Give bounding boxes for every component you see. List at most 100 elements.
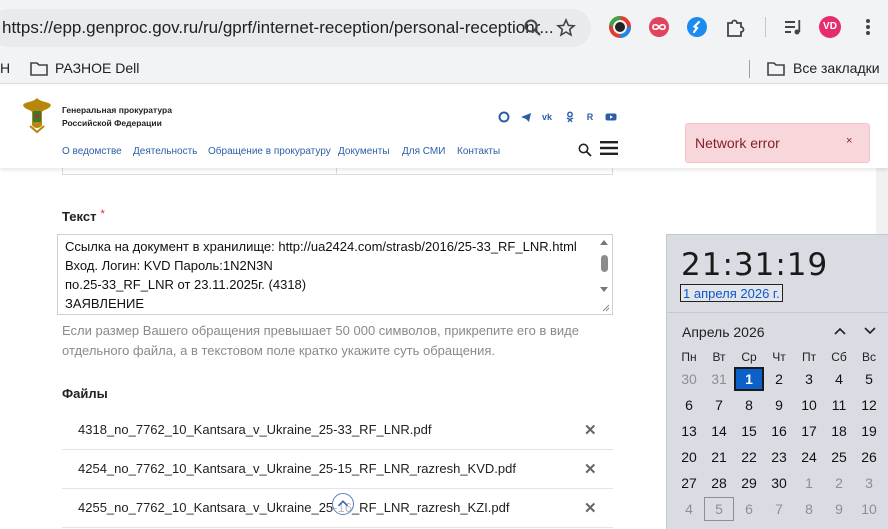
remove-file-button[interactable]: ✕ [584, 421, 597, 439]
required-mark: * [100, 208, 105, 220]
appeal-text-area[interactable]: Ссылка на документ в хранилище: http://u… [57, 234, 613, 315]
media-queue-icon[interactable] [782, 16, 804, 38]
remove-file-button[interactable]: ✕ [584, 499, 597, 517]
toolbar-divider [765, 17, 766, 37]
color-extension-icon[interactable] [609, 16, 631, 38]
calendar-day[interactable]: 28 [704, 471, 734, 495]
textarea-scrollbar[interactable] [597, 235, 612, 314]
weekday-header: Ср [741, 350, 757, 364]
resize-grip-icon[interactable] [602, 304, 610, 312]
chevron-up-icon[interactable] [833, 325, 847, 337]
calendar-day[interactable]: 3 [854, 471, 884, 495]
calendar-day[interactable]: 22 [734, 445, 764, 469]
calendar-day[interactable]: 31 [704, 367, 734, 391]
calendar-day[interactable]: 14 [704, 419, 734, 443]
nav-activity[interactable]: Деятельность [133, 146, 197, 157]
search-icon[interactable] [578, 143, 592, 157]
extensions-puzzle-icon[interactable] [724, 16, 746, 38]
calendar-day[interactable]: 2 [764, 367, 794, 391]
bookmark-partial[interactable]: Н [0, 60, 10, 76]
calendar-day[interactable]: 12 [854, 393, 884, 417]
calendar-day[interactable]: 4 [824, 367, 854, 391]
hamburger-menu-icon[interactable] [600, 141, 618, 155]
youtube-icon[interactable] [605, 111, 617, 123]
nav-documents[interactable]: Документы [338, 146, 390, 157]
max-icon[interactable] [498, 111, 510, 123]
bookmark-folder-dell[interactable]: РАЗНОЕ Dell [55, 60, 139, 76]
calendar-day[interactable]: 10 [854, 497, 884, 521]
nav-contacts[interactable]: Контакты [457, 146, 500, 157]
weekday-header: Пн [681, 350, 697, 364]
month-title[interactable]: Апрель 2026 [682, 324, 765, 340]
infinity-extension-icon[interactable] [648, 16, 670, 38]
shazam-extension-icon[interactable] [686, 16, 708, 38]
url-text[interactable]: https://epp.genproc.gov.ru/ru/gprf/inter… [2, 18, 554, 38]
scroll-up-arrow-icon[interactable] [600, 240, 608, 245]
all-bookmarks[interactable]: Все закладки [793, 60, 880, 76]
calendar-day[interactable]: 5 [704, 497, 734, 521]
calendar-day[interactable]: 19 [854, 419, 884, 443]
calendar-day[interactable]: 18 [824, 419, 854, 443]
calendar-day[interactable]: 26 [854, 445, 884, 469]
calendar-day[interactable]: 7 [704, 393, 734, 417]
text-line: Ссылка на документ в хранилище: http://u… [65, 239, 577, 254]
calendar-day[interactable]: 16 [764, 419, 794, 443]
nav-media[interactable]: Для СМИ [402, 146, 445, 157]
telegram-icon[interactable] [520, 111, 532, 123]
profile-avatar[interactable]: VD [819, 16, 841, 38]
calendar-day[interactable]: 24 [794, 445, 824, 469]
folder-icon [767, 62, 785, 76]
calendar-day[interactable]: 9 [764, 393, 794, 417]
calendar-day[interactable]: 10 [794, 393, 824, 417]
calendar-day[interactable]: 8 [794, 497, 824, 521]
calendar-day[interactable]: 15 [734, 419, 764, 443]
more-menu-icon[interactable] [860, 16, 876, 38]
calendar-day[interactable]: 29 [734, 471, 764, 495]
calendar-day[interactable]: 13 [674, 419, 704, 443]
toast-close-button[interactable]: × [846, 135, 852, 147]
calendar-day[interactable]: 17 [794, 419, 824, 443]
chevron-down-icon[interactable] [863, 325, 877, 337]
vk-icon[interactable]: vk [541, 111, 553, 123]
calendar-day[interactable]: 8 [734, 393, 764, 417]
coat-of-arms-logo[interactable] [20, 95, 54, 135]
size-hint: Если размер Вашего обращения превышает 5… [62, 323, 579, 358]
files-label: Файлы [62, 386, 108, 401]
calendar-day[interactable]: 25 [824, 445, 854, 469]
calendar-day[interactable]: 3 [794, 367, 824, 391]
calendar-day[interactable]: 6 [674, 393, 704, 417]
calendar-day[interactable]: 5 [854, 367, 884, 391]
scroll-to-top-button[interactable] [332, 493, 354, 515]
calendar-day[interactable]: 2 [824, 471, 854, 495]
scroll-thumb[interactable] [601, 255, 608, 272]
weekday-header: Пт [801, 350, 817, 364]
calendar-day[interactable]: 9 [824, 497, 854, 521]
scroll-down-arrow-icon[interactable] [600, 287, 608, 292]
nav-appeal[interactable]: Обращение в прокуратуру [208, 146, 331, 157]
calendar-day[interactable]: 4 [674, 497, 704, 521]
file-name: 4255_no_7762_10_Kantsara_v_Ukraine_25-16… [78, 500, 510, 515]
calendar-day[interactable]: 1 [794, 471, 824, 495]
calendar-day-today[interactable]: 1 [734, 367, 764, 391]
clock-date-link[interactable]: 1 апреля 2026 г. [680, 284, 783, 302]
calendar-day[interactable]: 30 [674, 367, 704, 391]
calendar-day[interactable]: 21 [704, 445, 734, 469]
star-icon[interactable] [556, 18, 576, 38]
rutube-icon[interactable]: R [584, 111, 596, 123]
calendar-day[interactable]: 11 [824, 393, 854, 417]
address-bar[interactable]: https://epp.genproc.gov.ru/ru/gprf/inter… [0, 9, 591, 47]
org-name-line1: Генеральная прокуратура [62, 105, 172, 115]
weekday-header: Сб [831, 350, 847, 364]
calendar-day[interactable]: 7 [764, 497, 794, 521]
calendar-day[interactable]: 20 [674, 445, 704, 469]
divider [667, 312, 888, 313]
calendar-day[interactable]: 30 [764, 471, 794, 495]
search-icon[interactable] [523, 18, 543, 38]
calendar-day[interactable]: 27 [674, 471, 704, 495]
remove-file-button[interactable]: ✕ [584, 460, 597, 478]
nav-about[interactable]: О ведомстве [62, 146, 122, 157]
weekday-header: Вс [861, 350, 876, 364]
calendar-day[interactable]: 6 [734, 497, 764, 521]
ok-icon[interactable] [564, 111, 576, 123]
calendar-day[interactable]: 23 [764, 445, 794, 469]
